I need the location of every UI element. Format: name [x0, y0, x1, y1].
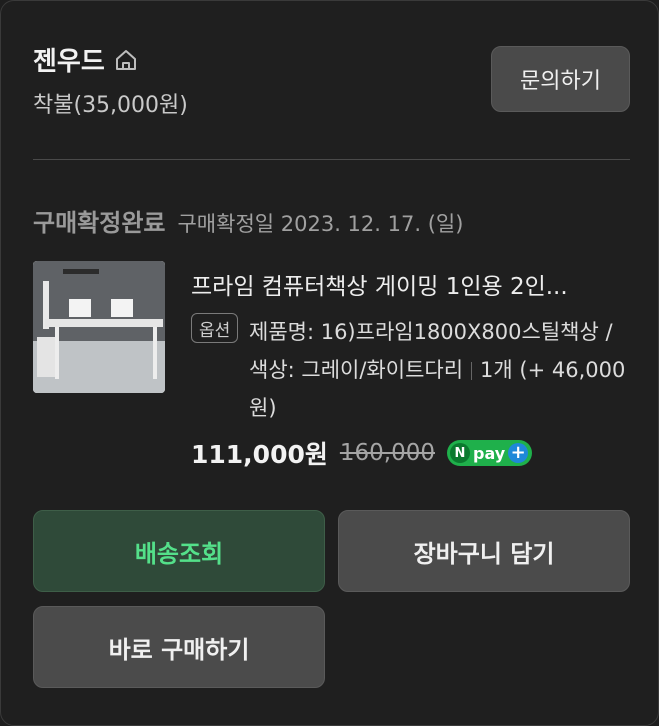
order-status-row: 구매확정완료 구매확정일 2023. 12. 17. (일): [33, 203, 463, 238]
npay-label: pay: [473, 443, 506, 463]
plus-icon: +: [508, 443, 529, 463]
option-details: 제품명: 16)프라임1800X800스틸책상 / 색상: 그레이/화이트다리 1…: [249, 313, 629, 427]
sale-price: 111,000원: [191, 440, 328, 469]
order-card: 젠우드 착불(35,000원) 문의하기 구매확정완료 구매확정일 2023. …: [0, 0, 659, 726]
option-badge: 옵션: [191, 313, 239, 343]
buy-now-button[interactable]: 바로 구매하기: [33, 606, 325, 688]
separator: [471, 362, 473, 380]
confirm-date: 구매확정일 2023. 12. 17. (일): [177, 212, 464, 236]
price-row: 111,000원 160,000 N pay +: [191, 435, 533, 471]
order-status: 구매확정완료: [33, 209, 166, 237]
shipping-fee: 착불(35,000원): [33, 93, 188, 118]
seller-header: 젠우드: [33, 41, 139, 78]
home-icon[interactable]: [113, 47, 139, 73]
seller-name[interactable]: 젠우드: [33, 41, 105, 78]
product-thumbnail[interactable]: [33, 261, 165, 393]
npay-n-icon: N: [450, 443, 470, 463]
original-price: 160,000: [339, 440, 435, 466]
add-to-cart-button[interactable]: 장바구니 담기: [338, 510, 630, 592]
product-title[interactable]: 프라임 컴퓨터책상 게이밍 1인용 2인...: [191, 267, 631, 301]
npay-plus-badge: N pay +: [447, 440, 533, 466]
track-delivery-button[interactable]: 배송조회: [33, 510, 325, 592]
divider: [33, 159, 630, 160]
inquiry-button[interactable]: 문의하기: [491, 46, 630, 112]
